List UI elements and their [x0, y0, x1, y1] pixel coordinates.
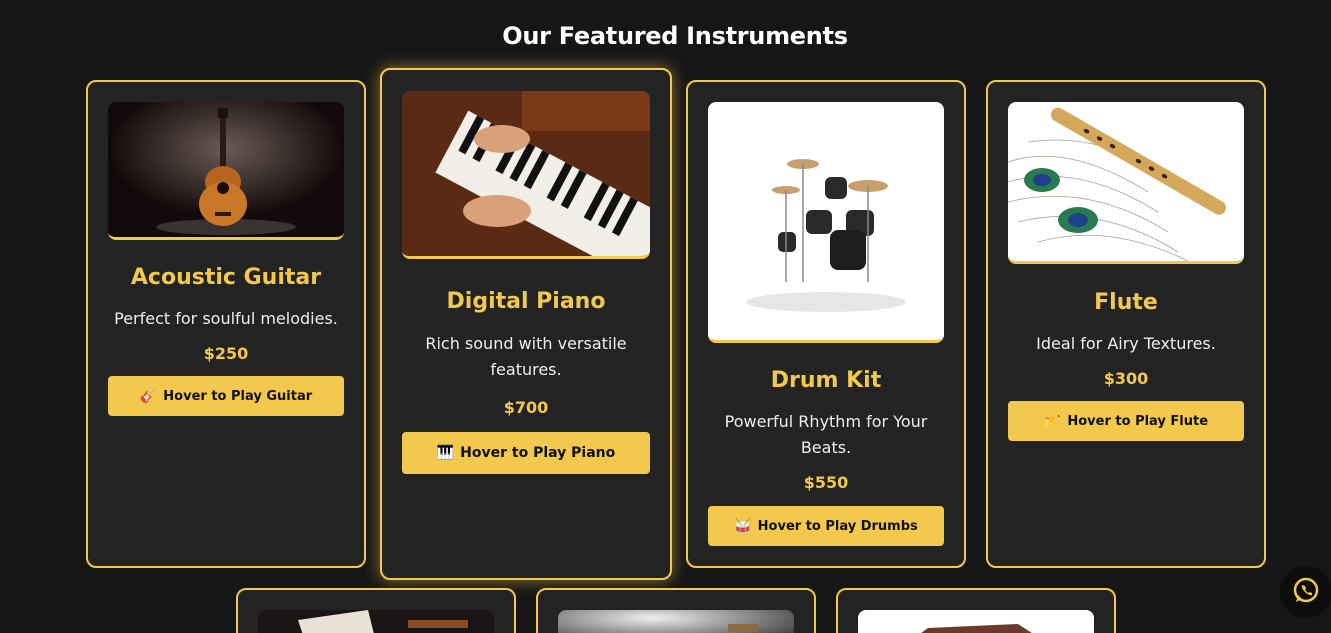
guitar-image [108, 102, 344, 240]
piano-image [402, 91, 650, 259]
product-image [858, 610, 1094, 633]
card-price: $300 [1103, 369, 1149, 388]
play-drums-button[interactable]: 🥁 Hover to Play Drumbs [708, 506, 944, 546]
card-description: Ideal for Airy Textures. [1036, 334, 1216, 353]
card-title: Digital Piano [446, 289, 606, 314]
card-title: Acoustic Guitar [130, 265, 322, 290]
card-title: Drum Kit [770, 368, 882, 393]
card-description: Powerful Rhythm for Your Beats. [724, 412, 928, 457]
product-card-partial[interactable] [536, 588, 816, 633]
drum-image [708, 102, 944, 343]
card-description: Rich sound with versatile features. [425, 334, 627, 379]
whatsapp-button[interactable] [1280, 566, 1331, 618]
play-guitar-button[interactable]: 🎸 Hover to Play Guitar [108, 376, 344, 416]
button-label: Hover to Play Guitar [163, 388, 313, 404]
product-card-partial[interactable] [836, 588, 1116, 633]
card-price: $700 [503, 398, 549, 417]
play-flute-button[interactable]: 🎷 Hover to Play Flute [1008, 401, 1244, 441]
drum-icon: 🥁 [734, 518, 752, 534]
page: Our Featured Instruments Acoustic Guitar… [0, 0, 1331, 633]
product-card-drums[interactable]: Drum Kit Powerful Rhythm for Your Beats.… [686, 80, 966, 568]
whatsapp-icon [1291, 575, 1321, 609]
product-card-flute[interactable]: Flute Ideal for Airy Textures. $300 🎷 Ho… [986, 80, 1266, 568]
product-card-partial[interactable] [236, 588, 516, 633]
piano-icon: 🎹 [436, 445, 455, 461]
card-title: Flute [1094, 290, 1158, 315]
section-title: Our Featured Instruments [502, 22, 848, 50]
product-card-piano[interactable]: Digital Piano Rich sound with versatile … [380, 68, 672, 580]
product-image [558, 610, 794, 633]
flute-icon: 🎷 [1043, 413, 1062, 429]
play-piano-button[interactable]: 🎹 Hover to Play Piano [402, 432, 650, 474]
card-price: $550 [803, 473, 849, 492]
product-image [258, 610, 494, 633]
product-card-guitar[interactable]: Acoustic Guitar Perfect for soulful melo… [86, 80, 366, 568]
guitar-icon: 🎸 [139, 388, 158, 404]
card-description: Perfect for soulful melodies. [114, 309, 338, 328]
button-label: Hover to Play Flute [1067, 413, 1209, 429]
button-label: Hover to Play Drumbs [757, 518, 918, 534]
button-label: Hover to Play Piano [460, 445, 616, 461]
flute-image [1008, 102, 1244, 264]
card-price: $250 [203, 344, 249, 363]
